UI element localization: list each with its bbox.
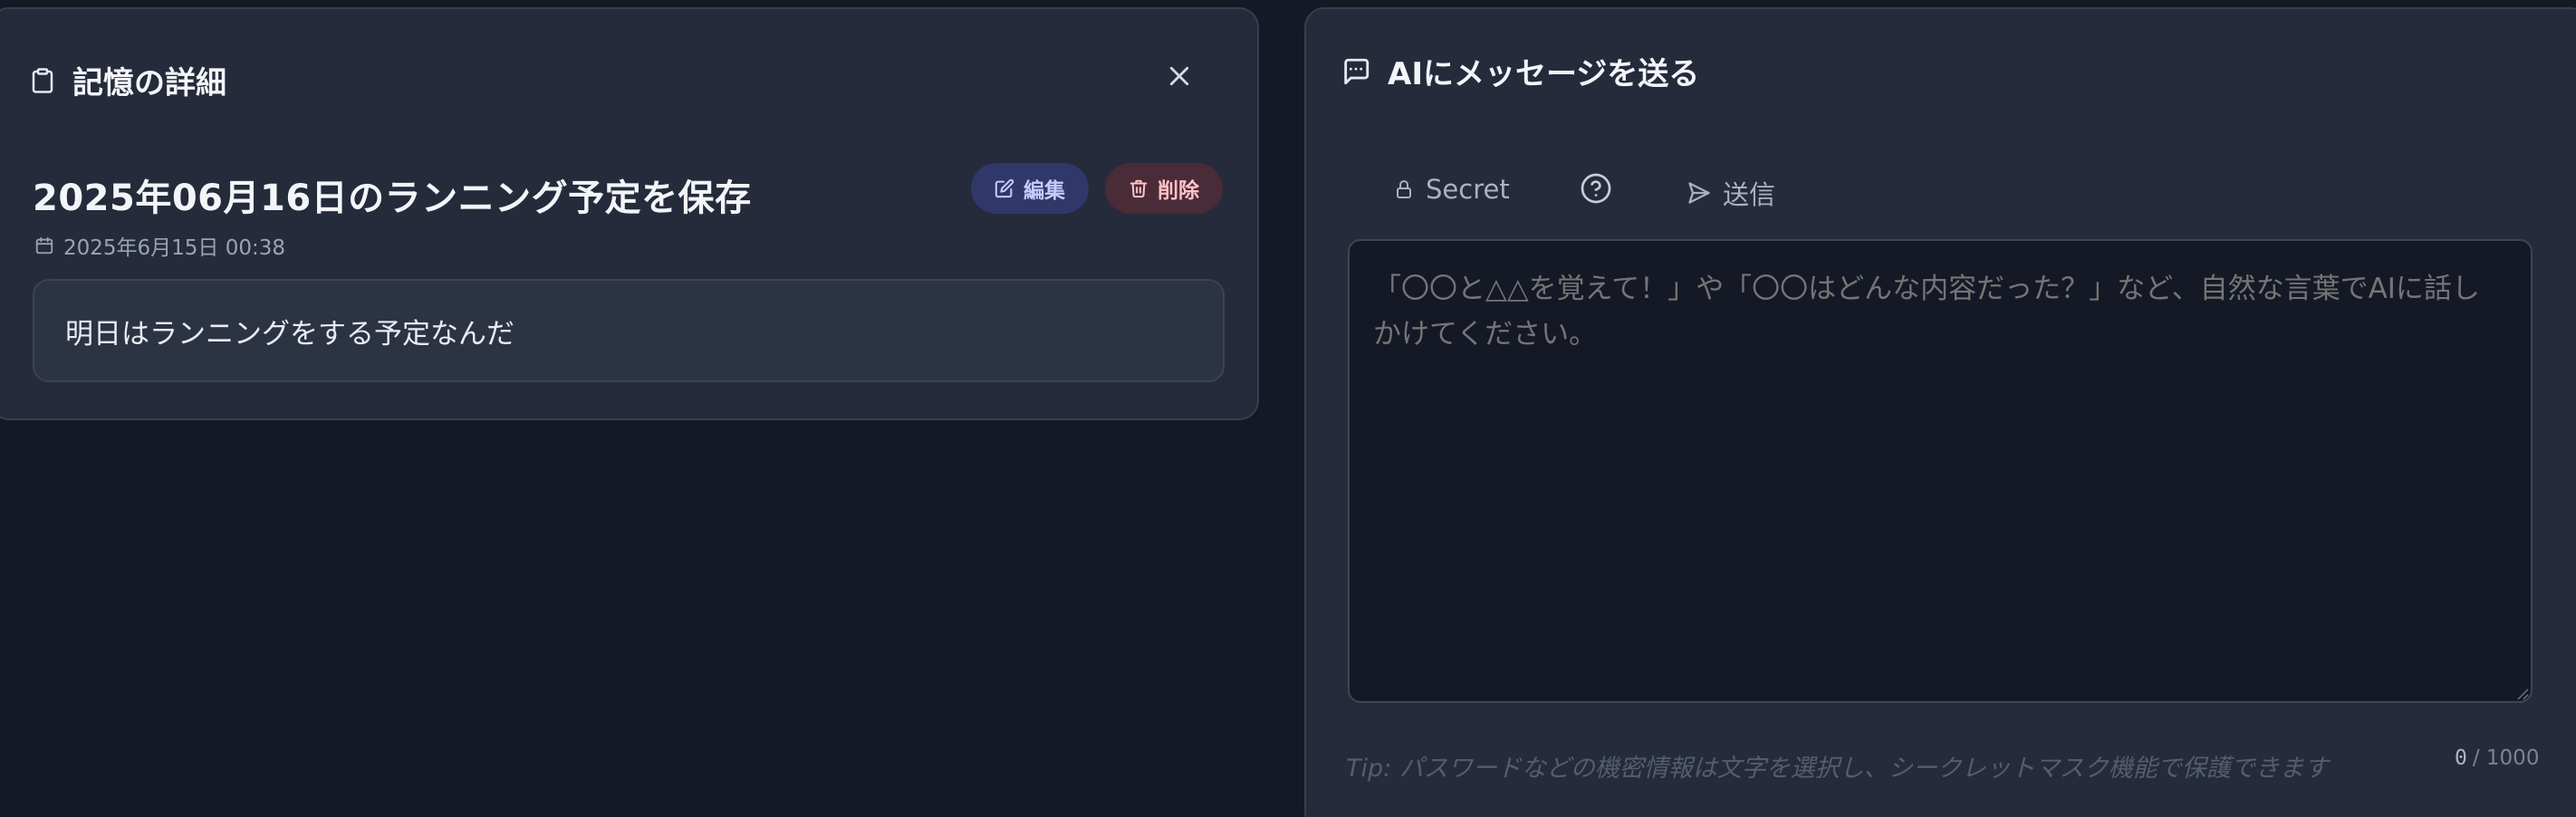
edit-button[interactable]: 編集 xyxy=(971,163,1089,214)
resize-handle-icon[interactable] xyxy=(2516,687,2529,704)
message-panel-title: AIにメッセージを送る xyxy=(1388,56,1700,92)
close-button[interactable] xyxy=(1159,56,1199,96)
message-panel-header: AIにメッセージを送る xyxy=(1341,49,1699,93)
send-icon xyxy=(1687,180,1712,206)
char-counter: 0 / 1000 xyxy=(2455,746,2539,770)
secret-button-label: Secret xyxy=(1426,174,1510,205)
message-panel: AIにメッセージを送る Secret 送信 「〇〇と△△を覚えて！」や「〇〇はど… xyxy=(1304,7,2576,817)
char-count: 0 xyxy=(2455,746,2467,770)
memory-title: 2025年06月16日のランニング予定を保存 xyxy=(33,178,752,219)
lock-icon xyxy=(1393,177,1415,202)
memory-date: 2025年6月15日 00:38 xyxy=(34,230,285,261)
message-input[interactable] xyxy=(1348,239,2533,703)
send-button-label: 送信 xyxy=(1723,179,1776,210)
help-circle-icon xyxy=(1580,172,1612,205)
trash-icon xyxy=(1129,178,1149,198)
memory-content-text: 明日はランニングをする予定なんだ xyxy=(65,317,514,351)
secret-button[interactable]: Secret xyxy=(1393,174,1510,205)
help-button[interactable] xyxy=(1580,172,1612,205)
delete-button-label: 削除 xyxy=(1158,179,1199,203)
edit-button-label: 編集 xyxy=(1024,179,1065,203)
calendar-icon xyxy=(34,235,54,255)
tip-text: Tip: パスワードなどの機密情報は文字を選択し、シークレットマスク機能で保護で… xyxy=(1346,755,2329,783)
send-button[interactable]: 送信 xyxy=(1687,174,1775,212)
char-limit: / 1000 xyxy=(2472,746,2540,770)
memory-detail-title: 記憶の詳細 xyxy=(72,65,226,101)
chat-icon xyxy=(1341,56,1371,87)
memory-detail-header: 記憶の詳細 xyxy=(29,58,226,102)
memory-content: 明日はランニングをする予定なんだ xyxy=(33,279,1225,382)
delete-button[interactable]: 削除 xyxy=(1105,163,1223,214)
edit-icon xyxy=(995,178,1014,198)
clipboard-icon xyxy=(29,65,56,96)
close-icon xyxy=(1166,62,1193,90)
memory-detail-panel: 記憶の詳細 2025年06月16日のランニング予定を保存 2025年6月15日 … xyxy=(0,7,1259,420)
memory-date-text: 2025年6月15日 00:38 xyxy=(63,236,286,260)
